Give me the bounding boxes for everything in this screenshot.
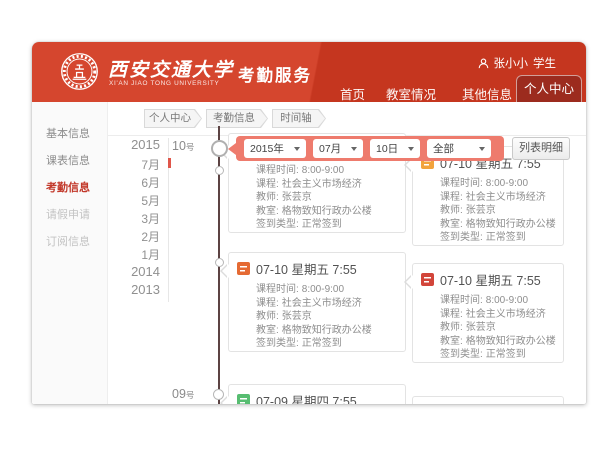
type-select[interactable]: 全部: [427, 139, 491, 158]
current-month-marker: [168, 158, 171, 168]
sidebar-item-basic-info[interactable]: 基本信息: [46, 125, 90, 141]
attendance-card: 07-10 星期五 7:55 课程时间:8:00-9:00 课程:社会主义市场经…: [412, 263, 564, 363]
timeline-nav-item-june[interactable]: 6月: [104, 174, 160, 191]
month-select[interactable]: 07月: [313, 139, 363, 158]
filter-bar: 2015年 07月 10日 全部: [236, 136, 504, 161]
university-name: 西安交通大学: [108, 55, 234, 82]
caret-down-icon: [351, 147, 357, 151]
app-header: 西安交通大学 XI'AN JIAO TONG UNIVERSITY 考勤服务 张…: [32, 42, 586, 102]
timeline-node: [215, 258, 224, 267]
caret-down-icon: [408, 147, 414, 151]
timeline-nav-item-2015[interactable]: 2015: [104, 137, 160, 152]
card-title: 07-09 星期四 7:55: [256, 391, 357, 404]
list-detail-button[interactable]: 列表明细: [512, 137, 570, 160]
nav-item-home[interactable]: 首页: [340, 84, 365, 103]
timeline-nav-item-july[interactable]: 7月: [104, 156, 160, 173]
stamp-icon: [421, 273, 434, 286]
sidebar-item-attendance-info[interactable]: 考勤信息: [46, 179, 90, 195]
user-chip[interactable]: 张小小 学生: [478, 55, 557, 71]
timeline-nav-item-march[interactable]: 3月: [104, 210, 160, 227]
timeline-nav-item-2013[interactable]: 2013: [104, 282, 160, 297]
stamp-icon: [237, 394, 250, 404]
user-name: 张小小: [494, 55, 529, 71]
user-role: 学生: [533, 55, 556, 71]
caret-down-icon: [294, 147, 300, 151]
card-title: 07-10 星期五 7:55: [256, 259, 357, 278]
card-arrow: [222, 264, 229, 278]
app-window: 西安交通大学 XI'AN JIAO TONG UNIVERSITY 考勤服务 张…: [32, 42, 586, 404]
university-logo-icon: [60, 52, 99, 91]
day-marker-10: 10号: [172, 139, 194, 153]
breadcrumb-item-timeline[interactable]: 时间轴: [272, 109, 326, 128]
screenshot-canvas: 西安交通大学 XI'AN JIAO TONG UNIVERSITY 考勤服务 张…: [0, 0, 600, 450]
attendance-card: 07-10 星期五 7:55 课程时间:8:00-9:00 课程:社会主义市场经…: [412, 146, 564, 246]
nav-item-other-info[interactable]: 其他信息: [462, 84, 512, 103]
app-title: 考勤服务: [238, 62, 312, 86]
timeline-node-selected: [211, 140, 228, 157]
breadcrumb-item-attendance-info[interactable]: 考勤信息: [206, 109, 268, 128]
filter-bar-arrow: [228, 143, 236, 155]
timeline-node: [213, 389, 224, 400]
sidebar-item-leave-request[interactable]: 请假申请: [46, 206, 90, 222]
nav-item-classrooms[interactable]: 教室情况: [386, 84, 436, 103]
year-select[interactable]: 2015年: [244, 139, 306, 158]
timeline-nav-item-january[interactable]: 1月: [104, 246, 160, 263]
sidebar-item-course-schedule[interactable]: 课表信息: [46, 152, 90, 168]
breadcrumb-item-personal-center[interactable]: 个人中心: [144, 109, 202, 128]
sidebar-item-subscription[interactable]: 订阅信息: [46, 233, 90, 249]
attendance-card: 07-10 星期五 7:55 课程时间:8:00-9:00 课程:社会主义市场经…: [228, 252, 406, 352]
card-arrow: [406, 275, 413, 289]
sidebar: 基本信息 课表信息 考勤信息 请假申请 订阅信息: [32, 102, 108, 404]
timeline-nav-item-february[interactable]: 2月: [104, 228, 160, 245]
timeline-nav-item-may[interactable]: 5月: [104, 192, 160, 209]
user-icon: [478, 58, 489, 69]
attendance-card-partial: [412, 396, 564, 404]
day-select[interactable]: 10日: [370, 139, 420, 158]
university-name-en: XI'AN JIAO TONG UNIVERSITY: [109, 80, 219, 87]
timeline-nav-item-2014[interactable]: 2014: [104, 264, 160, 279]
caret-down-icon: [479, 147, 485, 151]
breadcrumb: 个人中心 考勤信息 时间轴: [108, 102, 586, 136]
day-marker-09: 09号: [172, 387, 194, 401]
timeline-node: [215, 166, 224, 175]
stamp-icon: [237, 262, 250, 275]
card-title: 07-10 星期五 7:55: [440, 270, 541, 289]
nav-tab-personal-center[interactable]: 个人中心: [516, 75, 582, 102]
attendance-card: 07-09 星期四 7:55: [228, 384, 406, 404]
